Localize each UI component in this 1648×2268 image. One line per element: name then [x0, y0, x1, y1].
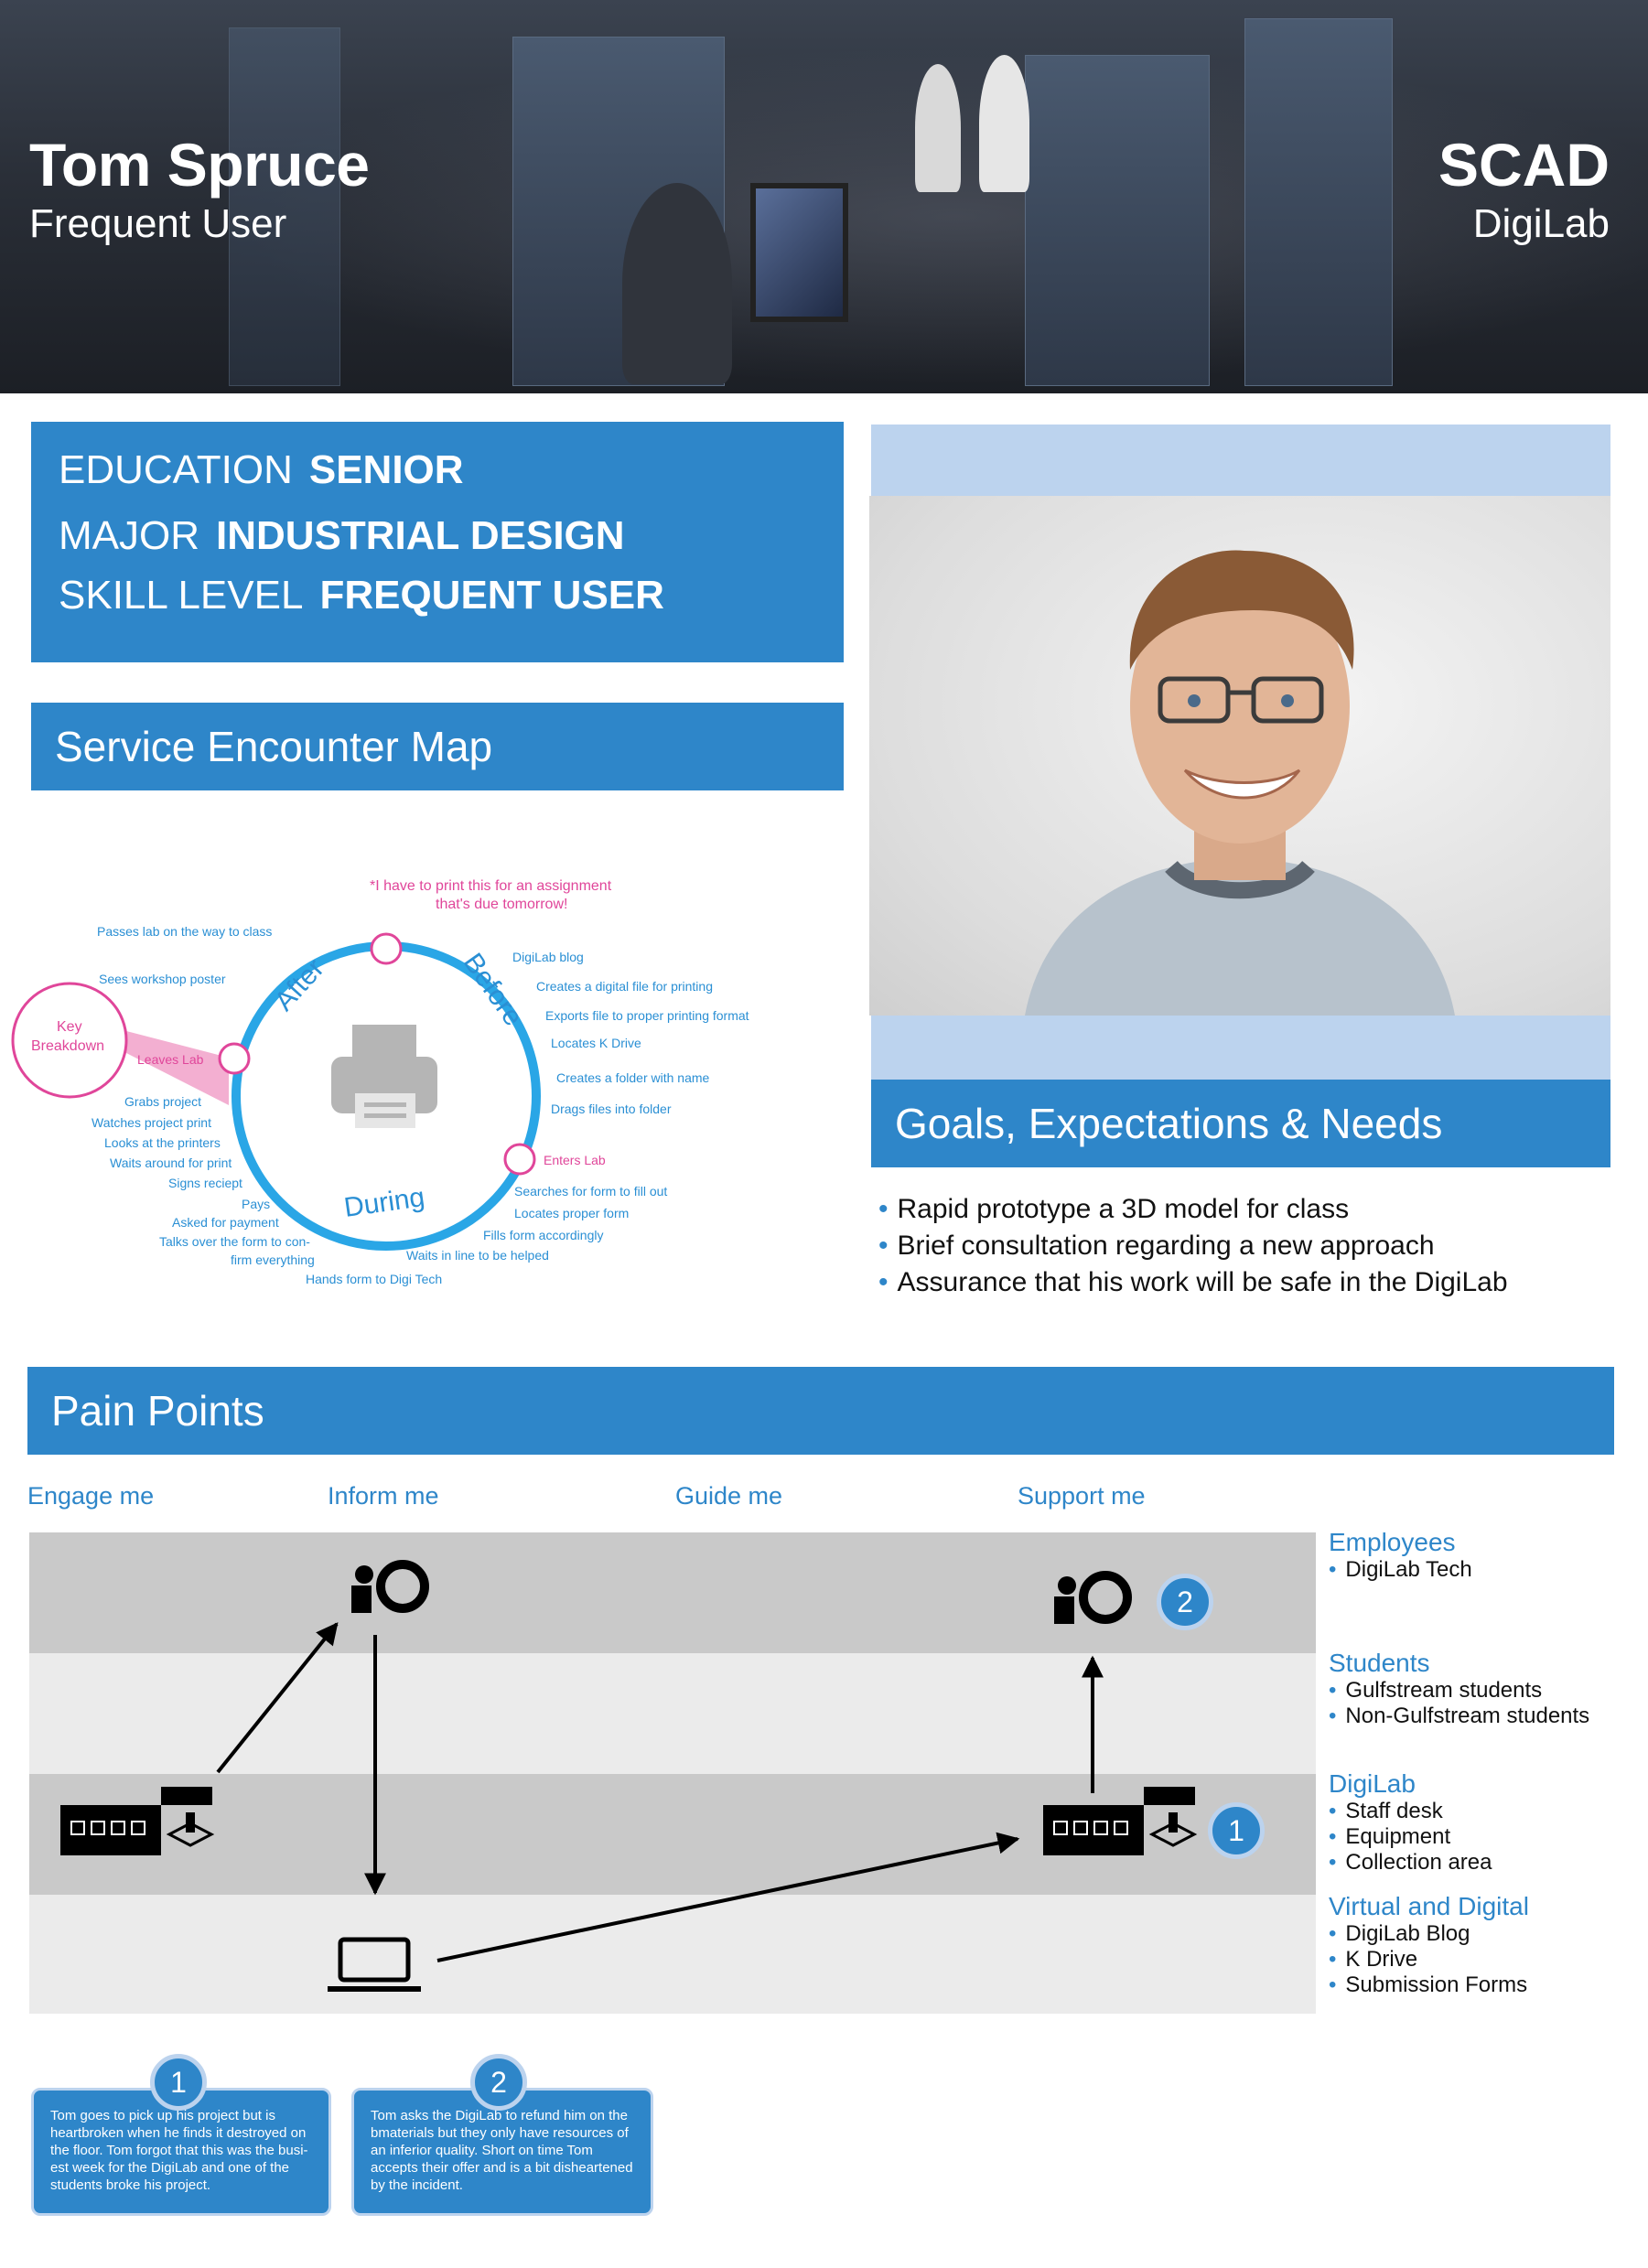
stage-inform: Inform me	[328, 1482, 439, 1510]
person-image	[622, 183, 732, 384]
map-step: Drags files into folder	[551, 1102, 672, 1116]
legend-virtual: Virtual and Digital • DigiLab Blog • K Dri…	[1329, 1892, 1529, 1997]
persona-role: Frequent User	[29, 201, 287, 246]
map-step: Talks over the form to con-	[159, 1234, 310, 1249]
map-quote: that's due tomorrow!	[436, 897, 568, 912]
header-banner: Tom Spruce Frequent User SCAD DigiLab	[0, 0, 1648, 393]
goals-title: Goals, Expectations & Needs	[895, 1100, 1443, 1147]
stage-support: Support me	[1018, 1482, 1146, 1510]
person-image	[979, 55, 1029, 192]
staff-desk-icon	[1043, 1787, 1198, 1855]
map-step: Watches project print	[92, 1115, 211, 1130]
map-step: DigiLab blog	[512, 950, 584, 964]
map-step: Pays	[242, 1197, 271, 1211]
map-step: Waits around for print	[110, 1155, 232, 1170]
pain-points-title: Pain Points	[51, 1387, 264, 1435]
laptop-icon	[328, 1937, 421, 1992]
key-breakdown-label: Key	[57, 1019, 82, 1035]
map-step: Waits in line to be helped	[406, 1248, 549, 1263]
profile-education: EDUCATION SENIOR	[59, 447, 464, 492]
printer-machine-image	[1025, 55, 1210, 386]
legend-students: Students • Gulfstream students • Non-Gulfs…	[1329, 1649, 1590, 1728]
journey-diagram	[60, 1560, 1198, 1992]
monitor-image	[750, 183, 848, 322]
brand-title: SCAD	[1438, 131, 1610, 199]
map-step: Grabs project	[124, 1094, 202, 1109]
map-step: Sees workshop poster	[99, 972, 226, 986]
map-step: Searches for form to fill out	[514, 1184, 668, 1198]
key-breakdown-label: Breakdown	[31, 1038, 105, 1054]
stage-engage: Engage me	[27, 1482, 155, 1510]
map-step: Locates proper form	[514, 1206, 630, 1220]
portrait-photo	[869, 496, 1610, 1016]
map-step: Fills form accordingly	[483, 1228, 604, 1242]
profile-major: MAJOR INDUSTRIAL DESIGN	[59, 513, 625, 558]
person-image	[915, 64, 961, 192]
service-map-title: Service Encounter Map	[55, 723, 493, 770]
staff-support-icon	[1054, 1571, 1132, 1624]
map-step: Signs reciept	[168, 1176, 242, 1190]
map-step: Exports file to proper printing format	[545, 1008, 749, 1023]
map-step: Leaves Lab	[137, 1052, 204, 1067]
map-step: Asked for payment	[172, 1215, 279, 1230]
pain-marker: 2	[1157, 1574, 1213, 1630]
note-number: 2	[470, 2054, 527, 2111]
profile-box: EDUCATION SENIOR MAJOR INDUSTRIAL DESIGN S…	[31, 422, 844, 662]
printer-icon	[331, 1025, 437, 1128]
map-step: Looks at the printers	[104, 1135, 221, 1150]
map-step: Locates K Drive	[551, 1036, 641, 1050]
service-map-header: Service Encounter Map	[31, 703, 844, 790]
pain-points-header: Pain Points	[27, 1367, 1614, 1455]
persona-name: Tom Spruce	[29, 131, 370, 199]
legend-employees: Employees • DigiLab Tech	[1329, 1528, 1472, 1582]
pain-marker: 1	[1208, 1802, 1265, 1859]
note-number: 1	[150, 2054, 207, 2111]
map-step: Enters Lab	[544, 1153, 606, 1167]
map-step: Hands form to Digi Tech	[306, 1272, 443, 1286]
map-step: Passes lab on the way to class	[97, 924, 273, 939]
stage-guide: Guide me	[675, 1482, 783, 1510]
legend-digilab: DigiLab • Staff desk • Equipment • Collecti…	[1329, 1769, 1492, 1875]
goals-list: • Rapid prototype a 3D model for class • B…	[878, 1194, 1508, 1304]
staff-desk-icon	[60, 1787, 215, 1855]
goal-item: • Brief consultation regarding a new appr…	[878, 1231, 1435, 1261]
map-step: Creates a folder with name	[556, 1070, 710, 1085]
profile-skill-level: SKILL LEVEL FREQUENT USER	[59, 573, 664, 618]
staff-support-icon	[351, 1560, 429, 1613]
goal-item: • Assurance that his work will be safe in…	[878, 1267, 1508, 1297]
printer-machine-image	[1244, 18, 1393, 386]
map-step: firm everything	[231, 1252, 315, 1267]
service-encounter-map: *I have to print this for an assignment …	[0, 860, 824, 1299]
goal-item: • Rapid prototype a 3D model for class	[878, 1194, 1350, 1224]
portrait-illustration	[1025, 550, 1455, 1016]
map-quote: *I have to print this for an assignment	[370, 878, 612, 894]
brand-subtitle: DigiLab	[1472, 201, 1610, 246]
goals-header: Goals, Expectations & Needs	[871, 1080, 1610, 1167]
map-step: Creates a digital file for printing	[536, 979, 713, 994]
